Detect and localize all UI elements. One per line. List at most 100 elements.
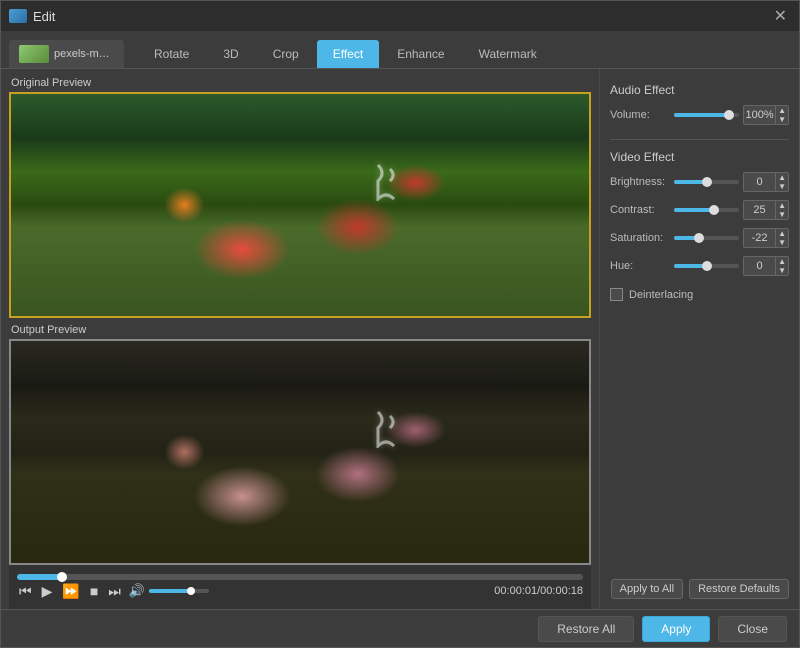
edit-window: Edit ✕ pexels-mang-... Rotate 3D Crop Ef… xyxy=(0,0,800,648)
skip-back-button[interactable]: ⏮ xyxy=(17,582,34,600)
stop-button[interactable]: ■ xyxy=(88,582,100,600)
original-preview-label: Original Preview xyxy=(9,77,591,89)
contrast-spinbox-arrows: ▲ ▼ xyxy=(775,201,788,219)
hue-thumb xyxy=(702,261,712,271)
deinterlacing-row: Deinterlacing xyxy=(610,288,789,301)
divider-1 xyxy=(610,139,789,140)
restore-defaults-button[interactable]: Restore Defaults xyxy=(689,579,789,599)
tab-effect[interactable]: Effect xyxy=(317,40,379,68)
saturation-slider[interactable] xyxy=(674,236,739,240)
hue-slider[interactable] xyxy=(674,264,739,268)
volume-area: 🔊 xyxy=(129,583,209,599)
volume-slider[interactable] xyxy=(149,589,209,593)
contrast-spinbox[interactable]: 25 ▲ ▼ xyxy=(743,200,789,220)
tab-bar: pexels-mang-... Rotate 3D Crop Effect En… xyxy=(1,31,799,69)
restore-all-button[interactable]: Restore All xyxy=(538,616,634,642)
bottom-bar: Restore All Apply Close xyxy=(1,609,799,647)
tab-crop[interactable]: Crop xyxy=(257,40,315,68)
volume-spinbox-arrows: ▲ ▼ xyxy=(775,106,788,124)
volume-thumb xyxy=(187,587,195,595)
close-window-button[interactable]: ✕ xyxy=(770,4,791,28)
hue-control-row: Hue: 0 ▲ ▼ xyxy=(610,256,789,276)
progress-bar[interactable] xyxy=(17,574,583,580)
brightness-up-arrow[interactable]: ▲ xyxy=(776,173,788,182)
brightness-spinbox[interactable]: 0 ▲ ▼ xyxy=(743,172,789,192)
progress-thumb xyxy=(57,572,67,582)
volume-control-row: Volume: 100% ▲ ▼ xyxy=(610,105,789,125)
tab-watermark[interactable]: Watermark xyxy=(463,40,553,68)
saturation-control-row: Saturation: -22 ▲ ▼ xyxy=(610,228,789,248)
hue-up-arrow[interactable]: ▲ xyxy=(776,257,788,266)
saturation-up-arrow[interactable]: ▲ xyxy=(776,229,788,238)
tab-rotate[interactable]: Rotate xyxy=(138,40,205,68)
hue-spinbox[interactable]: 0 ▲ ▼ xyxy=(743,256,789,276)
file-thumbnail xyxy=(19,45,49,63)
apply-to-all-button[interactable]: Apply to All xyxy=(611,579,683,599)
original-preview xyxy=(9,92,591,318)
volume-label: Volume: xyxy=(610,109,670,121)
original-preview-section: Original Preview xyxy=(9,77,591,318)
audio-section-title: Audio Effect xyxy=(610,83,789,97)
brightness-spinbox-value: 0 xyxy=(744,176,775,188)
brightness-spinbox-arrows: ▲ ▼ xyxy=(775,173,788,191)
volume-effect-slider[interactable] xyxy=(674,113,739,117)
saturation-spinbox-value: -22 xyxy=(744,232,775,244)
window-title: Edit xyxy=(33,9,55,24)
play-arrow-output xyxy=(372,408,404,451)
output-preview-label: Output Preview xyxy=(9,324,591,336)
tab-3d[interactable]: 3D xyxy=(207,40,254,68)
hue-spinbox-value: 0 xyxy=(744,260,775,272)
file-tab[interactable]: pexels-mang-... xyxy=(9,40,124,68)
contrast-up-arrow[interactable]: ▲ xyxy=(776,201,788,210)
panel-bottom-buttons: Apply to All Restore Defaults xyxy=(610,579,789,599)
contrast-spinbox-value: 25 xyxy=(744,204,775,216)
brightness-thumb xyxy=(702,177,712,187)
brightness-control-row: Brightness: 0 ▲ ▼ xyxy=(610,172,789,192)
title-bar: Edit ✕ xyxy=(1,1,799,31)
original-video-bg xyxy=(11,94,589,316)
main-content: Original Preview Output Preview xyxy=(1,69,799,609)
volume-up-arrow[interactable]: ▲ xyxy=(776,106,788,115)
contrast-fill xyxy=(674,208,714,212)
contrast-thumb xyxy=(709,205,719,215)
right-panel: Audio Effect Volume: 100% ▲ ▼ Video Effe… xyxy=(599,69,799,609)
saturation-thumb xyxy=(694,233,704,243)
saturation-spinbox[interactable]: -22 ▲ ▼ xyxy=(743,228,789,248)
apply-button[interactable]: Apply xyxy=(642,616,710,642)
volume-spinbox[interactable]: 100% ▲ ▼ xyxy=(743,105,789,125)
tab-enhance[interactable]: Enhance xyxy=(381,40,460,68)
play-button[interactable]: ▶ xyxy=(40,582,55,600)
volume-effect-fill xyxy=(674,113,729,117)
volume-spinbox-value: 100% xyxy=(744,109,775,121)
video-section-title: Video Effect xyxy=(610,150,789,164)
saturation-label: Saturation: xyxy=(610,232,670,244)
preview-area: Original Preview Output Preview xyxy=(1,69,599,609)
hue-label: Hue: xyxy=(610,260,670,272)
brightness-slider[interactable] xyxy=(674,180,739,184)
contrast-control-row: Contrast: 25 ▲ ▼ xyxy=(610,200,789,220)
skip-forward-button[interactable]: ⏭ xyxy=(106,582,123,600)
hue-down-arrow[interactable]: ▼ xyxy=(776,266,788,275)
brightness-down-arrow[interactable]: ▼ xyxy=(776,182,788,191)
contrast-slider[interactable] xyxy=(674,208,739,212)
deinterlacing-checkbox[interactable] xyxy=(610,288,623,301)
volume-down-arrow[interactable]: ▼ xyxy=(776,115,788,124)
play-arrow-original xyxy=(372,161,404,204)
tabs-nav: Rotate 3D Crop Effect Enhance Watermark xyxy=(138,31,553,68)
file-name: pexels-mang-... xyxy=(54,48,114,60)
brightness-label: Brightness: xyxy=(610,176,670,188)
hue-spinbox-arrows: ▲ ▼ xyxy=(775,257,788,275)
contrast-label: Contrast: xyxy=(610,204,670,216)
volume-effect-thumb xyxy=(724,110,734,120)
output-preview-section: Output Preview xyxy=(9,324,591,565)
volume-fill xyxy=(149,589,191,593)
time-display: 00:00:01/00:00:18 xyxy=(494,585,583,597)
saturation-down-arrow[interactable]: ▼ xyxy=(776,238,788,247)
fast-forward-button[interactable]: ⏩ xyxy=(60,582,81,600)
app-icon xyxy=(9,9,27,23)
output-video-bg xyxy=(11,341,589,563)
output-preview xyxy=(9,339,591,565)
contrast-down-arrow[interactable]: ▼ xyxy=(776,210,788,219)
transport-bar: ⏮ ▶ ⏩ ■ ⏭ 🔊 00:00:01/00:00:18 xyxy=(9,565,591,609)
close-button[interactable]: Close xyxy=(718,616,787,642)
